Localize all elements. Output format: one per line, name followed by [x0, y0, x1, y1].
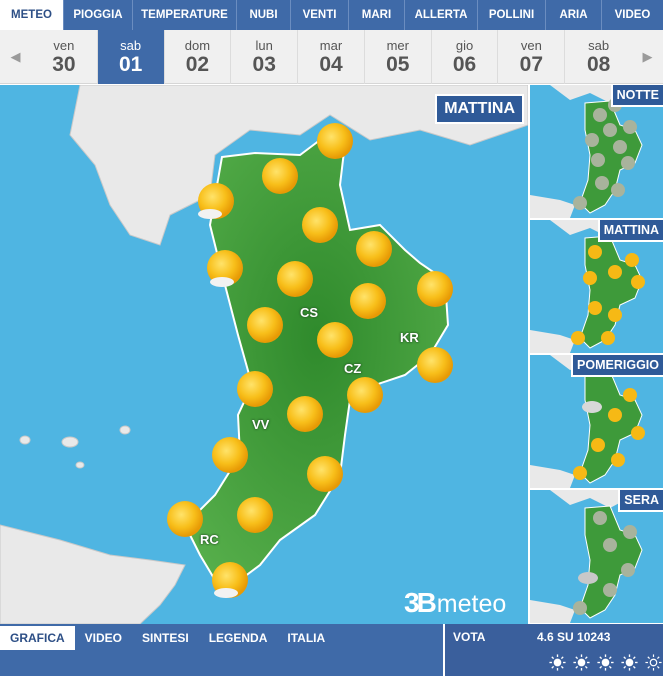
logo-text: meteo — [436, 590, 507, 618]
next-day-arrow-icon[interactable]: ▶ — [632, 30, 663, 84]
day-item[interactable]: gio 06 — [432, 30, 499, 84]
day-number: 03 — [252, 53, 276, 76]
day-number: 30 — [52, 53, 76, 76]
rating-stars — [549, 654, 662, 671]
period-thumbnails: NOTTE MATTINA POMERIGGIO SERA — [530, 85, 663, 624]
day-number: 02 — [185, 53, 210, 76]
day-name: mer — [386, 38, 409, 53]
day-number: 05 — [386, 53, 410, 76]
day-name: gio — [455, 38, 474, 53]
day-name: lun — [255, 38, 273, 53]
forecast-map[interactable]: CS KR CZ VV RC MATTINA 3B meteo — [0, 85, 528, 624]
prev-day-arrow-icon[interactable]: ◀ — [0, 30, 31, 84]
day-item[interactable]: ven 07 — [498, 30, 566, 84]
rating-box: VOTA 4.6 SU 10243 — [443, 624, 663, 676]
day-selector: ◀ ven 30 sab 01 dom 02 lun 03 mar 04 mer 05 gi… — [0, 30, 663, 84]
period-badge: MATTINA — [435, 94, 524, 124]
day-number: 04 — [319, 53, 343, 76]
thumb-notte[interactable]: NOTTE — [530, 85, 663, 218]
thumb-pomeriggio[interactable]: POMERIGGIO — [530, 355, 663, 488]
vote-score: 4.6 SU 10243 — [537, 630, 611, 644]
bottom-bar: GRAFICA VIDEO SINTESI LEGENDA ITALIA VOT… — [0, 624, 663, 676]
sun-rating-icon[interactable] — [549, 654, 566, 671]
tab-sintesi[interactable]: SINTESI — [132, 626, 199, 650]
tab-mari[interactable]: MARI — [349, 0, 405, 30]
city-label: VV — [252, 417, 270, 432]
day-number: 01 — [118, 53, 143, 76]
tab-allerta[interactable]: ALLERTA — [405, 0, 478, 30]
day-item[interactable]: dom 02 — [165, 30, 232, 84]
sun-rating-icon[interactable] — [645, 654, 662, 671]
city-label: KR — [400, 330, 419, 345]
day-number: 07 — [519, 53, 544, 76]
thumb-mattina[interactable]: MATTINA — [530, 220, 663, 353]
tab-pollini[interactable]: POLLINI — [478, 0, 546, 30]
sun-rating-icon[interactable] — [597, 654, 614, 671]
day-item[interactable]: ven 30 — [31, 30, 98, 84]
thumb-label: NOTTE — [610, 85, 663, 107]
thumb-label: SERA — [618, 490, 663, 512]
city-label: CZ — [344, 361, 362, 376]
tab-legenda[interactable]: LEGENDA — [199, 626, 278, 650]
day-item[interactable]: sab 08 — [565, 30, 632, 84]
day-item-selected[interactable]: sab 01 — [97, 30, 165, 84]
day-item[interactable]: mar 04 — [298, 30, 365, 84]
tab-temperature[interactable]: TEMPERATURE — [133, 0, 237, 30]
day-name: ven — [520, 38, 542, 53]
day-name: mar — [319, 38, 343, 53]
day-item[interactable]: lun 03 — [231, 30, 299, 84]
sun-rating-icon[interactable] — [573, 654, 590, 671]
city-label: RC — [200, 532, 219, 547]
weather-app: METEO PIOGGIA TEMPERATURE NUBI VENTI MAR… — [0, 0, 663, 676]
bottom-tabs: GRAFICA VIDEO SINTESI LEGENDA ITALIA — [0, 626, 335, 650]
3bmeteo-logo: 3B meteo — [404, 587, 506, 619]
logo-number: 3B — [404, 587, 437, 618]
thumb-label: MATTINA — [597, 220, 663, 242]
tab-italia[interactable]: ITALIA — [277, 626, 335, 650]
day-number: 08 — [586, 53, 611, 76]
day-name: dom — [184, 38, 211, 53]
tab-video-bottom[interactable]: VIDEO — [75, 626, 132, 650]
tab-video[interactable]: VIDEO — [602, 0, 663, 30]
day-name: sab — [588, 38, 610, 53]
thumb-sera[interactable]: SERA — [530, 490, 663, 623]
sun-rating-icon[interactable] — [621, 654, 638, 671]
top-nav: METEO PIOGGIA TEMPERATURE NUBI VENTI MAR… — [0, 0, 663, 30]
tab-pioggia[interactable]: PIOGGIA — [64, 0, 133, 30]
thumb-label: POMERIGGIO — [571, 355, 663, 377]
day-item[interactable]: mer 05 — [365, 30, 432, 84]
day-number: 06 — [452, 53, 477, 76]
tab-nubi[interactable]: NUBI — [237, 0, 291, 30]
tab-venti[interactable]: VENTI — [291, 0, 349, 30]
calabria-map-graphic — [0, 85, 528, 624]
tab-meteo[interactable]: METEO — [0, 0, 64, 30]
vote-label: VOTA — [453, 630, 486, 644]
day-name: sab — [120, 38, 142, 53]
day-name: ven — [53, 38, 75, 53]
tab-aria[interactable]: ARIA — [546, 0, 602, 30]
tab-grafica[interactable]: GRAFICA — [0, 626, 75, 650]
city-label: CS — [300, 305, 319, 320]
